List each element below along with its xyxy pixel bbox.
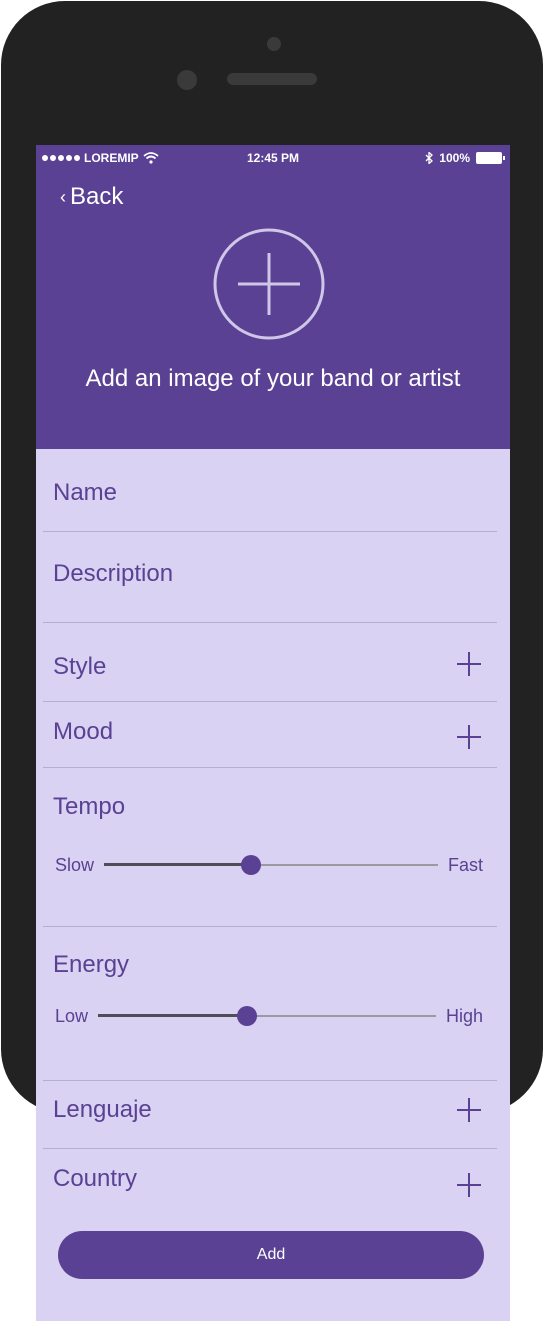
description-field[interactable]: Description: [43, 532, 497, 623]
tempo-row: Tempo Slow Fast: [43, 768, 497, 927]
add-mood-plus-icon[interactable]: [457, 725, 481, 749]
energy-max-label: High: [445, 1005, 483, 1026]
tempo-label: Tempo: [53, 793, 126, 820]
description-label: Description: [53, 560, 174, 587]
front-camera: [267, 37, 281, 51]
energy-row: Energy Low High: [43, 927, 497, 1081]
add-image-caption: Add an image of your band or artist: [85, 365, 461, 392]
energy-slider-fill: [98, 1014, 247, 1017]
app-screen: LOREMIP 12:45 PM 100% ‹ Back Add an imag…: [36, 145, 510, 1321]
add-button[interactable]: Add: [58, 1231, 484, 1279]
band-form: Name Description Style Mood Tempo Slow F…: [43, 449, 497, 1215]
status-bar: LOREMIP 12:45 PM 100%: [36, 145, 510, 169]
name-field[interactable]: Name: [43, 449, 497, 532]
lenguaje-row[interactable]: Lenguaje: [43, 1081, 497, 1149]
tempo-slider-row: Slow Fast: [55, 854, 483, 876]
image-header: LOREMIP 12:45 PM 100% ‹ Back Add an imag…: [36, 145, 510, 449]
battery-icon: [476, 152, 505, 164]
tempo-max-label: Fast: [447, 854, 483, 875]
tempo-min-label: Slow: [55, 854, 95, 875]
energy-slider-knob[interactable]: [236, 1006, 257, 1026]
tempo-slider[interactable]: [104, 854, 438, 876]
plus-circle-icon[interactable]: [212, 227, 326, 341]
back-button[interactable]: ‹ Back: [60, 183, 123, 211]
energy-label: Energy: [53, 951, 130, 978]
energy-min-label: Low: [55, 1005, 89, 1026]
mood-label: Mood: [53, 718, 114, 745]
energy-slider[interactable]: [98, 1005, 436, 1027]
earpiece-speaker: [227, 73, 317, 85]
bluetooth-icon: [425, 152, 434, 164]
mood-row[interactable]: Mood: [43, 702, 497, 768]
battery-percent: 100%: [439, 151, 470, 165]
name-label: Name: [53, 479, 118, 506]
status-right: 100%: [425, 151, 505, 165]
chevron-left-icon: ‹: [60, 186, 66, 207]
add-country-plus-icon[interactable]: [457, 1173, 481, 1197]
add-lenguaje-plus-icon[interactable]: [457, 1098, 481, 1122]
add-style-plus-icon[interactable]: [457, 652, 481, 676]
tempo-slider-knob[interactable]: [240, 855, 261, 875]
country-label: Country: [53, 1165, 138, 1192]
style-label: Style: [53, 653, 107, 680]
lenguaje-label: Lenguaje: [53, 1096, 152, 1123]
back-label: Back: [70, 183, 124, 210]
proximity-sensor: [177, 70, 197, 90]
country-row[interactable]: Country: [43, 1149, 497, 1215]
tempo-slider-fill: [104, 863, 251, 866]
energy-slider-row: Low High: [55, 1005, 483, 1027]
style-row[interactable]: Style: [43, 623, 497, 702]
